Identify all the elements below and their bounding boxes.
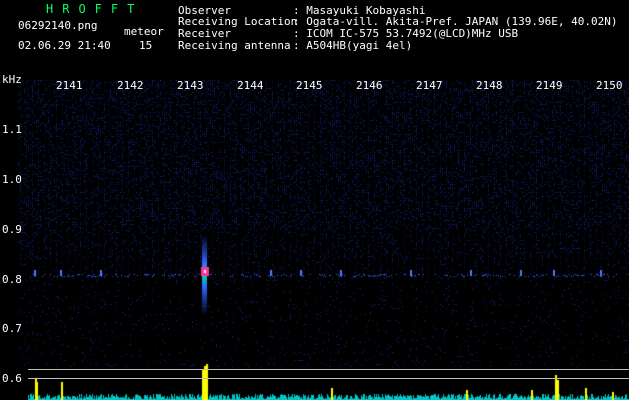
time-tick: 2143 — [177, 79, 204, 92]
freq-tick: 0.9 — [2, 223, 22, 236]
meteor-count: 15 — [139, 39, 153, 52]
time-tick: 2149 — [536, 79, 563, 92]
freq-unit-label: kHz — [2, 73, 22, 86]
time-tick: 2145 — [296, 79, 323, 92]
spectrogram-canvas — [0, 0, 629, 400]
level-ref-line — [28, 369, 629, 370]
time-tick: 2142 — [117, 79, 144, 92]
hrofft-window: HROFFT 06292140.png 02.06.29 21:40 meteo… — [0, 0, 629, 400]
info-label-antenna: Receiving antenna — [178, 39, 291, 52]
freq-tick: 1.0 — [2, 173, 22, 186]
time-tick: 2144 — [237, 79, 264, 92]
time-tick: 2146 — [356, 79, 383, 92]
time-tick: 2148 — [476, 79, 503, 92]
meteor-label: meteor — [124, 25, 164, 38]
freq-tick: 0.6 — [2, 372, 22, 385]
time-tick: 2150 — [596, 79, 623, 92]
freq-tick: 0.8 — [2, 273, 22, 286]
time-tick: 2147 — [416, 79, 443, 92]
level-ref-line — [28, 378, 629, 379]
timestamp: 02.06.29 21:40 — [18, 39, 111, 52]
freq-tick: 1.1 — [2, 123, 22, 136]
file-name: 06292140.png — [18, 19, 98, 32]
time-tick: 2141 — [56, 79, 83, 92]
app-brand: HROFFT — [46, 2, 144, 16]
freq-tick: 0.7 — [2, 322, 22, 335]
info-value-antenna: : A504HB(yagi 4el) — [293, 39, 413, 52]
